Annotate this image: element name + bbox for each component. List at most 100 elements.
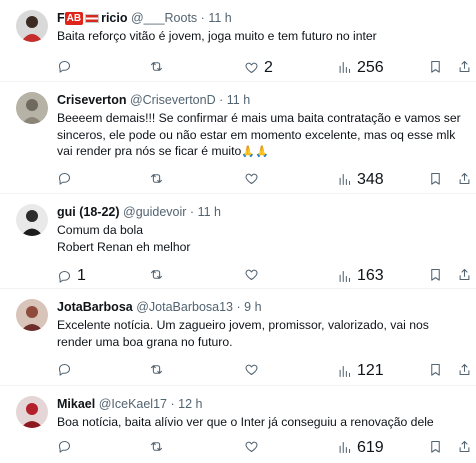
flag-icon (85, 14, 100, 23)
handle[interactable]: @___Roots (131, 11, 197, 25)
bookmark-icon (431, 172, 440, 185)
avatar[interactable] (16, 299, 48, 331)
avatar[interactable] (16, 10, 48, 42)
handle[interactable]: @JotaBarbosa13 (136, 300, 233, 314)
action-bar: 2 256 (0, 51, 470, 81)
action-bar: 348 (0, 167, 470, 197)
share-icon (459, 440, 470, 452)
reply-icon (58, 270, 71, 283)
retweet-icon (150, 441, 163, 451)
views-button[interactable]: 163 (337, 267, 384, 285)
tweet[interactable]: F AB ricio @___Roots · 11 h Baita reforço … (0, 0, 476, 82)
retweet-icon (150, 365, 163, 374)
analytics-icon (339, 365, 351, 377)
share-button[interactable] (457, 59, 472, 74)
view-count: 256 (357, 58, 384, 76)
separator: · (236, 300, 241, 314)
reply-icon (58, 363, 71, 376)
views-button[interactable]: 348 (337, 171, 384, 189)
bookmark-button[interactable] (428, 362, 443, 377)
display-name[interactable]: gui (18-22) (57, 205, 120, 219)
bookmark-button[interactable] (428, 439, 443, 454)
timestamp[interactable]: 9 h (244, 300, 261, 314)
bookmark-button[interactable] (428, 267, 443, 282)
bookmark-button[interactable] (428, 59, 443, 74)
handle[interactable]: @guidevoir (123, 205, 186, 219)
like-button[interactable]: 2 (244, 59, 273, 77)
display-name[interactable]: Mikael (57, 397, 95, 411)
tweet-header: Criseverton @CrisevertonD · 11 h (57, 92, 466, 108)
handle[interactable]: @CrisevertonD (130, 93, 216, 107)
tweet[interactable]: Mikael @IceKael17 · 12 h Boa notícia, ba… (0, 386, 476, 463)
analytics-icon (339, 173, 351, 186)
bookmark-icon (431, 60, 440, 73)
heart-icon (245, 269, 258, 281)
timestamp[interactable]: 11 h (227, 93, 250, 107)
view-count: 121 (357, 362, 384, 379)
retweet-icon (150, 173, 163, 183)
reply-button[interactable] (57, 439, 72, 454)
bookmark-button[interactable] (428, 171, 443, 186)
tweet[interactable]: gui (18-22) @guidevoir · 11 h Comum da b… (0, 194, 476, 289)
action-bar: 121 (0, 356, 470, 386)
like-button[interactable] (244, 267, 259, 282)
share-button[interactable] (457, 267, 472, 282)
timestamp[interactable]: 11 h (208, 11, 231, 25)
retweet-icon (150, 61, 163, 71)
display-name[interactable]: F AB ricio (57, 11, 128, 25)
like-button[interactable] (244, 439, 259, 454)
share-button[interactable] (457, 171, 472, 186)
action-bar: 1 163 (0, 261, 470, 291)
bookmark-icon (431, 440, 440, 453)
tweet-header: JotaBarbosa @JotaBarbosa13 · 9 h (57, 299, 466, 315)
share-button[interactable] (457, 439, 472, 454)
views-button[interactable]: 619 (337, 439, 384, 457)
action-bar: 619 (0, 433, 470, 463)
retweet-button[interactable] (149, 267, 164, 282)
avatar[interactable] (16, 396, 48, 428)
avatar[interactable] (16, 204, 48, 236)
retweet-button[interactable] (149, 439, 164, 454)
tweet[interactable]: JotaBarbosa @JotaBarbosa13 · 9 h Excelen… (0, 289, 476, 386)
retweet-button[interactable] (149, 59, 164, 74)
heart-icon (245, 441, 258, 452)
reply-icon (58, 440, 71, 453)
view-count: 348 (357, 170, 384, 188)
views-button[interactable]: 256 (337, 59, 384, 77)
display-name[interactable]: JotaBarbosa (57, 300, 133, 314)
like-button[interactable] (244, 362, 259, 377)
separator: · (219, 93, 224, 107)
tweet-text: Beeeem demais!!! Se confirmar é mais uma… (57, 111, 461, 158)
tweet-header: gui (18-22) @guidevoir · 11 h (57, 204, 466, 220)
timestamp[interactable]: 11 h (198, 205, 221, 219)
reply-button[interactable]: 1 (57, 267, 86, 285)
reply-button[interactable] (57, 171, 72, 186)
heart-icon (245, 364, 258, 376)
view-count: 619 (357, 438, 384, 456)
share-button[interactable] (457, 362, 472, 377)
like-button[interactable] (244, 171, 259, 186)
display-name[interactable]: Criseverton (57, 93, 126, 107)
reply-button[interactable] (57, 59, 72, 74)
tweet-text: Baita reforço vitão é jovem, joga muito … (57, 29, 377, 43)
analytics-icon (339, 61, 351, 74)
views-button[interactable]: 121 (337, 362, 384, 380)
reply-feed: F AB ricio @___Roots · 11 h Baita reforço … (0, 0, 476, 463)
avatar[interactable] (16, 92, 48, 124)
timestamp[interactable]: 12 h (178, 397, 202, 411)
tweet-header: F AB ricio @___Roots · 11 h (57, 10, 466, 26)
handle[interactable]: @IceKael17 (99, 397, 167, 411)
separator: · (200, 11, 205, 25)
retweet-button[interactable] (149, 362, 164, 377)
reply-button[interactable] (57, 362, 72, 377)
retweet-button[interactable] (149, 171, 164, 186)
share-icon (459, 268, 470, 281)
tweet-text-line: Robert Renan eh melhor (57, 239, 191, 254)
reply-icon (58, 60, 71, 73)
heart-icon (245, 173, 258, 184)
separator: · (170, 397, 175, 411)
bookmark-icon (431, 268, 440, 281)
pray-emoji: 🙏🙏 (241, 146, 269, 158)
tweet[interactable]: Criseverton @CrisevertonD · 11 h Beeeem … (0, 82, 476, 194)
reply-count: 1 (77, 267, 86, 284)
